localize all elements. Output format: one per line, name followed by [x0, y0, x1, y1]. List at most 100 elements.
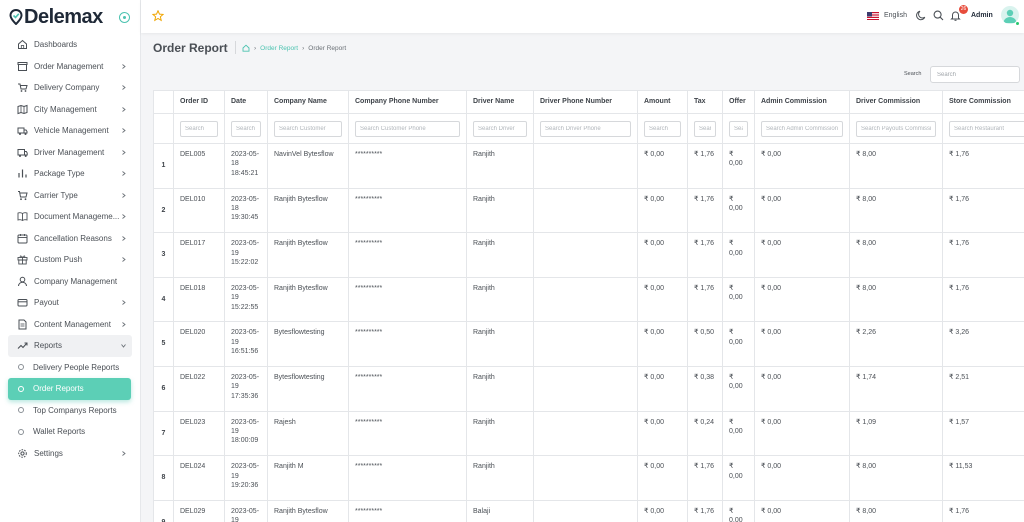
cell-admin-commission: ₹ 0,00 — [754, 276, 850, 323]
breadcrumb-home-icon[interactable] — [242, 44, 250, 52]
cell-amount: ₹ 0,00 — [637, 143, 688, 189]
sidebar-item-content-management[interactable]: Content Management — [0, 314, 140, 336]
column-header-order-id[interactable]: Order ID — [173, 90, 225, 114]
chevron-right-icon — [122, 171, 126, 176]
sidebar-subitem-order-reports[interactable]: Order Reports — [8, 378, 131, 400]
column-filter-driver-commission[interactable] — [856, 120, 936, 137]
driver-truck-icon — [17, 147, 28, 158]
column-header-driver[interactable]: Driver Name — [466, 90, 534, 114]
column-filter-date[interactable] — [231, 120, 261, 137]
sidebar-item-reports[interactable]: Reports — [8, 335, 132, 357]
table-row[interactable]: 1 DEL005 2023-05-18 18:45:21 NavinVel Bytes… — [153, 143, 1024, 189]
column-header-date[interactable]: Date — [224, 90, 268, 114]
chevron-right-icon — [122, 321, 126, 327]
column-header-company-phone[interactable]: Company Phone Number — [348, 90, 467, 114]
cell-company: Ranjith Bytesflow — [267, 276, 349, 323]
cell-driver-phone — [533, 232, 638, 278]
sidebar-item-label: Delivery Company — [34, 83, 100, 93]
column-header-company[interactable]: Company Name — [267, 90, 349, 114]
table-row[interactable]: 5 DEL020 2023-05-19 16:51:56 Bytesflowtesti… — [153, 321, 1024, 367]
sidebar-item-settings[interactable]: Settings — [0, 443, 140, 465]
chevron-right-icon — [122, 235, 126, 241]
sidebar-item-payout[interactable]: Payout — [0, 292, 140, 314]
cell-tax: ₹ 0,24 — [687, 410, 723, 457]
chevron-right-icon — [122, 214, 126, 219]
table-search-input[interactable] — [930, 66, 1020, 83]
user-name[interactable]: Admin — [971, 12, 993, 19]
sidebar-toggle-icon[interactable] — [119, 12, 130, 23]
column-header-driver-phone[interactable]: Driver Phone Number — [533, 90, 638, 114]
cell-date: 2023-05-19 17:35:36 — [224, 365, 268, 412]
sidebar-item-document-manageme[interactable]: Document Manageme... — [0, 206, 140, 228]
sidebar-item-company-management[interactable]: Company Management — [0, 271, 140, 293]
sidebar-subitem-delivery-people-reports[interactable]: Delivery People Reports — [0, 357, 140, 379]
sidebar-item-city-management[interactable]: City Management — [0, 99, 140, 121]
order-report-table-container[interactable]: Order ID Date Company Name Company Phone Nu… — [153, 90, 1024, 522]
table-row[interactable]: 3 DEL017 2023-05-19 15:22:02 Ranjith Bytesf… — [153, 232, 1024, 278]
column-filter-store-commission[interactable] — [949, 120, 1024, 137]
column-filter-driver-phone[interactable] — [540, 120, 631, 137]
cell-offer: ₹ 0,00 — [722, 143, 755, 189]
sidebar-item-dashboards[interactable]: Dashboards — [0, 34, 140, 56]
sidebar-item-custom-push[interactable]: Custom Push — [0, 249, 140, 271]
cell-store-commission: ₹ 1,76 — [942, 499, 1024, 522]
theme-moon-icon[interactable] — [916, 10, 927, 21]
language-selector[interactable]: English — [884, 12, 907, 19]
column-header-admin-commission[interactable]: Admin Commission — [754, 90, 850, 114]
cell-driver-commission: ₹ 1,74 — [849, 365, 943, 412]
column-filter-company[interactable] — [274, 120, 342, 137]
column-filter-tax[interactable] — [694, 120, 716, 137]
sidebar-item-driver-management[interactable]: Driver Management — [0, 142, 140, 164]
sidebar-subitem-wallet-reports[interactable]: Wallet Reports — [0, 421, 140, 443]
cell-order-id: DEL018 — [173, 276, 225, 323]
column-header-tax[interactable]: Tax — [687, 90, 723, 114]
vehicle-icon — [17, 125, 28, 136]
cell-driver-phone — [533, 365, 638, 412]
breadcrumb-link[interactable]: Order Report — [260, 45, 298, 52]
cell-driver-phone — [533, 187, 638, 234]
sidebar-subitem-top-companys-reports[interactable]: Top Companys Reports — [0, 400, 140, 422]
sidebar-item-order-management[interactable]: Order Management — [0, 56, 140, 78]
table-row[interactable]: 4 DEL018 2023-05-19 15:22:55 Ranjith Bytesf… — [153, 276, 1024, 323]
sidebar-item-delivery-company[interactable]: Delivery Company — [0, 77, 140, 99]
sidebar-item-package-type[interactable]: Package Type — [0, 163, 140, 185]
sidebar-item-label: Package Type — [34, 169, 85, 179]
column-filter-admin-commission[interactable] — [761, 120, 843, 137]
column-header-amount[interactable]: Amount — [637, 90, 688, 114]
sidebar-item-vehicle-management[interactable]: Vehicle Management — [0, 120, 140, 142]
cell-driver-phone — [533, 499, 638, 522]
table-row[interactable]: 8 DEL024 2023-05-19 19:20:36 Ranjith M *****… — [153, 455, 1024, 501]
cell-store-commission: ₹ 1,76 — [942, 276, 1024, 323]
sidebar-item-label: Settings — [34, 448, 63, 458]
column-header-driver-commission[interactable]: Driver Commission — [849, 90, 943, 114]
cell-tax: ₹ 1,76 — [687, 232, 723, 278]
table-row[interactable]: 7 DEL023 2023-05-19 18:00:09 Rajesh ********… — [153, 410, 1024, 457]
logo-pin-icon — [9, 9, 23, 25]
column-header-store-commission[interactable]: Store Commission — [942, 90, 1024, 114]
breadcrumb-separator: › — [302, 44, 305, 52]
chevron-right-icon — [122, 257, 126, 262]
column-filter-driver[interactable] — [473, 120, 527, 137]
cell-amount: ₹ 0,00 — [637, 365, 688, 412]
column-filter-offer[interactable] — [729, 120, 748, 137]
column-filter-amount[interactable] — [644, 120, 681, 137]
bookmark-star-icon[interactable] — [152, 10, 164, 22]
search-icon[interactable] — [933, 10, 944, 21]
table-row[interactable]: 9DEL0292023-05-19Ranjith Bytesflow******… — [153, 499, 1024, 522]
table-row[interactable]: 2 DEL010 2023-05-18 19:30:45 Ranjith Bytesf… — [153, 187, 1024, 234]
filter-cell — [466, 113, 534, 144]
cell-driver: Ranjith — [466, 365, 534, 412]
sidebar-item-cancellation-reasons[interactable]: Cancellation Reasons — [0, 228, 140, 250]
cell-order-id: DEL017 — [173, 232, 225, 278]
cell-row: 8 — [153, 455, 174, 501]
cell-row: 5 — [153, 321, 174, 367]
cell-store-commission: ₹ 2,51 — [942, 365, 1024, 412]
sidebar-item-carrier-type[interactable]: Carrier Type — [0, 185, 140, 207]
cell-admin-commission: ₹ 0,00 — [754, 187, 850, 234]
column-filter-company-phone[interactable] — [355, 120, 460, 137]
column-header-offer[interactable]: Offer — [722, 90, 755, 114]
cell-tax: ₹ 1,76 — [687, 499, 723, 522]
column-filter-order-id[interactable] — [180, 120, 218, 137]
cell-order-id: DEL029 — [173, 499, 225, 522]
table-row[interactable]: 6 DEL022 2023-05-19 17:35:36 Bytesflowtesti… — [153, 365, 1024, 412]
